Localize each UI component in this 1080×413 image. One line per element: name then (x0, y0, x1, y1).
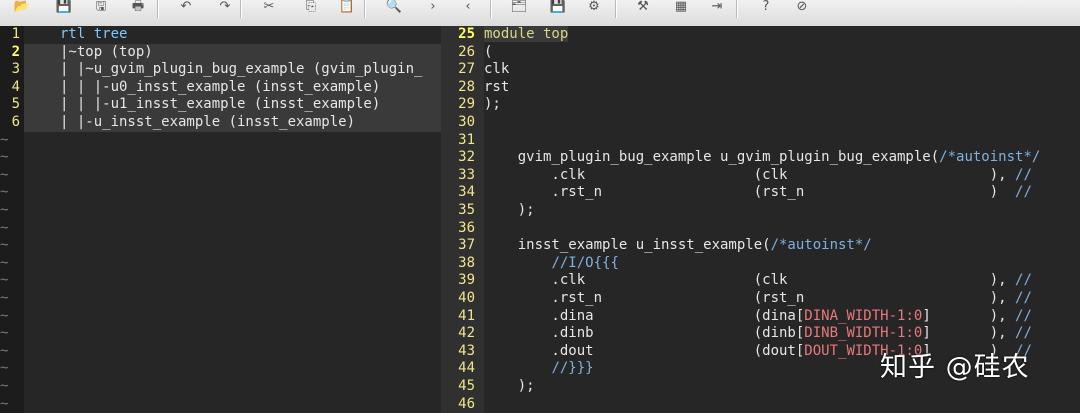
line-number: 34 (458, 184, 475, 201)
line-number: 40 (458, 290, 475, 306)
line-number: 28 (458, 78, 475, 95)
code-line[interactable]: ); (484, 378, 535, 396)
code-line[interactable]: .clk (clk ), // (484, 167, 1031, 185)
empty-line-marker: ~ (0, 131, 9, 148)
code-line[interactable]: clk (484, 61, 509, 79)
tree-item[interactable]: | | |-u1_insst_example (insst_example) (24, 96, 441, 114)
empty-line-marker: ~ (0, 184, 9, 201)
line-number: 42 (458, 325, 475, 342)
line-number: 5 (11, 96, 20, 113)
empty-line-marker: ~ (0, 307, 9, 324)
line-number: 29 (458, 96, 475, 113)
line-number: 45 (458, 378, 475, 394)
empty-line-marker: ~ (0, 254, 9, 271)
code-line[interactable]: .clk (clk ), // (484, 272, 1031, 290)
line-number: 2 (11, 43, 20, 60)
tree-item[interactable]: | |~u_gvim_plugin_bug_example (gvim_plug… (24, 61, 441, 79)
empty-line-marker: ~ (0, 166, 9, 183)
tree-item[interactable]: | |-u_insst_example (insst_example) (24, 114, 441, 132)
line-number: 1 (11, 26, 20, 42)
toolbar: 📂 💾 🖫 🖶 ↶ ↷ ✂ ⎘ 📋 🔍 › ‹ 🗂 💾 ⚙ ⚒ ▦ ⇥? ⊘ (0, 0, 1080, 27)
empty-line-marker: ~ (0, 149, 9, 166)
save-all-icon[interactable]: 🖫 (90, 0, 112, 16)
empty-line-marker: ~ (0, 290, 9, 306)
line-number: 36 (458, 219, 475, 236)
load-session-icon[interactable]: 🗂 (508, 0, 530, 16)
open-file-icon[interactable]: 📂 (11, 0, 33, 16)
empty-line-marker: ~ (0, 342, 9, 359)
toolbar-separator (240, 0, 242, 18)
watermark: 知乎 @硅农 (880, 352, 1030, 383)
code-line[interactable]: .rst_n (rst_n ) // (484, 184, 1031, 202)
code-line[interactable]: .dinb (dinb[DINB_WIDTH-1:0] ), // (484, 325, 1031, 343)
line-number: 38 (458, 254, 475, 271)
code-line[interactable]: .dina (dina[DINA_WIDTH-1:0] ), // (484, 308, 1031, 326)
empty-line-marker: ~ (0, 219, 9, 236)
code-line[interactable]: //I/O{{{ (484, 255, 618, 273)
toolbar-separator (490, 0, 492, 18)
find-replace-icon[interactable]: 🔍 (383, 0, 405, 16)
find-prev-icon[interactable]: ‹ (457, 0, 479, 16)
save-session-icon[interactable]: 💾 (547, 0, 569, 16)
line-number: 43 (458, 342, 475, 359)
code-line[interactable]: gvim_plugin_bug_example u_gvim_plugin_bu… (484, 149, 1041, 167)
line-number: 31 (458, 131, 475, 148)
tree-item[interactable]: |~top (top) (24, 43, 441, 62)
line-number: 26 (458, 43, 475, 60)
line-number: 44 (458, 360, 475, 377)
code-line[interactable]: ); (484, 202, 535, 220)
code-line[interactable]: .rst_n (rst_n ), // (484, 290, 1031, 308)
toolbar-separator (364, 0, 366, 18)
toolbar-separator (736, 0, 738, 18)
line-number: 4 (11, 78, 20, 95)
code-line[interactable]: ( (484, 44, 492, 62)
find-help-icon[interactable]: ⊘ (791, 0, 813, 16)
copy-icon[interactable]: ⎘ (300, 0, 322, 16)
run-script-icon[interactable]: ⚙ (583, 0, 605, 16)
code-line[interactable]: ); (484, 96, 501, 114)
cut-icon[interactable]: ✂ (258, 0, 280, 16)
redo-icon[interactable]: ↷ (214, 0, 236, 16)
jump-tag-icon[interactable]: ⇥ (706, 0, 728, 16)
help-icon[interactable]: ? (755, 0, 777, 16)
rtl-tree-pane[interactable]: rtl tree |~top (top) | |~u_gvim_plugin_bug… (24, 26, 441, 413)
empty-line-marker: ~ (0, 395, 9, 412)
line-number: 46 (458, 395, 475, 412)
tree-item[interactable]: rtl tree (24, 26, 441, 44)
line-number: 27 (458, 61, 475, 78)
line-number: 30 (458, 114, 475, 130)
print-icon[interactable]: 🖶 (127, 0, 149, 16)
tree-item[interactable]: | | |-u0_insst_example (insst_example) (24, 78, 441, 97)
line-number: 25 (458, 26, 475, 42)
code-line[interactable]: rst (484, 79, 509, 97)
line-number: 32 (458, 149, 475, 166)
left-line-number-gutter: 1 2 3 4 5 6 ~ ~ ~ ~ ~ ~ ~ ~ ~ ~ ~ ~ ~ ~ ~ ~ (0, 26, 24, 413)
line-number: 37 (458, 237, 475, 254)
line-number: 3 (11, 61, 20, 78)
empty-line-marker: ~ (0, 378, 9, 394)
undo-icon[interactable]: ↶ (175, 0, 197, 16)
line-number: 39 (458, 272, 475, 289)
line-number: 35 (458, 202, 475, 218)
code-line[interactable]: //}}} (484, 360, 593, 378)
line-number: 41 (458, 307, 475, 324)
build-tags-icon[interactable]: ▦ (670, 0, 692, 16)
paste-icon[interactable]: 📋 (336, 0, 358, 16)
toolbar-separator (157, 0, 159, 18)
line-number: 6 (11, 114, 20, 130)
empty-line-marker: ~ (0, 202, 9, 218)
toolbar-separator (615, 0, 617, 18)
empty-line-marker: ~ (0, 360, 9, 377)
empty-line-marker: ~ (0, 237, 9, 254)
empty-line-marker: ~ (0, 325, 9, 342)
find-next-icon[interactable]: › (422, 0, 444, 16)
code-line[interactable]: insst_example u_insst_example(/*autoinst… (484, 237, 872, 255)
save-icon[interactable]: 💾 (53, 0, 75, 16)
right-line-number-gutter: 25 26 27 28 29 30 31 32 33 34 35 36 37 38 39 40 41 42 43 44… (441, 26, 484, 413)
code-line[interactable]: module top (484, 26, 569, 44)
empty-line-marker: ~ (0, 272, 9, 289)
make-icon[interactable]: ⚒ (632, 0, 654, 16)
line-number: 33 (458, 166, 475, 183)
